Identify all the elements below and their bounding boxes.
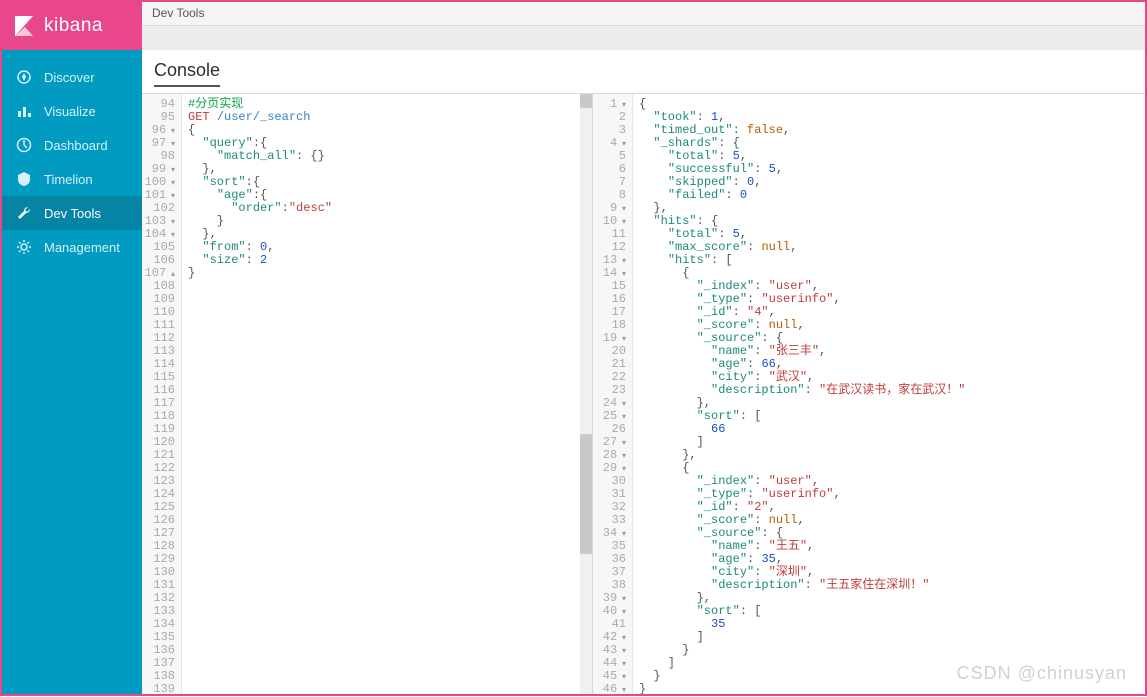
compass-icon (16, 69, 32, 85)
sidebar-item-label: Visualize (44, 104, 96, 119)
page-head: Console (142, 50, 1145, 93)
shield-icon (16, 171, 32, 187)
response-viewer[interactable]: 1234567891011121314151617181920212223242… (592, 94, 1145, 694)
sidebar-item-label: Timelion (44, 172, 93, 187)
breadcrumb-title: Dev Tools (152, 6, 204, 20)
breadcrumb: Dev Tools (142, 2, 1145, 26)
gear-icon (16, 239, 32, 255)
sidebar-item-management[interactable]: Management (2, 230, 142, 264)
kibana-logo-icon (12, 14, 36, 38)
subbar (142, 26, 1145, 50)
brand-name: kibana (44, 15, 103, 37)
sidebar-item-timelion[interactable]: Timelion (2, 162, 142, 196)
sidebar-item-dashboard[interactable]: Dashboard (2, 128, 142, 162)
response-code: { "took": 1, "timed_out": false, "_shard… (633, 94, 1145, 694)
request-editor[interactable]: 9495969798991001011021031041051061071081… (142, 94, 592, 694)
console-panes: 9495969798991001011021031041051061071081… (142, 93, 1145, 694)
sidebar-item-label: Management (44, 240, 120, 255)
sidebar-item-discover[interactable]: Discover (2, 60, 142, 94)
wrench-icon (16, 205, 32, 221)
brand-logo[interactable]: kibana (2, 2, 142, 50)
sidebar-item-label: Dev Tools (44, 206, 101, 221)
bar-chart-icon (16, 103, 32, 119)
sidebar-item-label: Dashboard (44, 138, 108, 153)
clock-icon (16, 137, 32, 153)
sidebar-item-visualize[interactable]: Visualize (2, 94, 142, 128)
sidebar-item-label: Discover (44, 70, 95, 85)
main: Dev Tools Console 9495969798991001011021… (142, 2, 1145, 694)
nav: Discover Visualize Dashboard Timelion Dev To… (2, 50, 142, 264)
editor-scrollbar[interactable] (580, 94, 592, 694)
response-gutter: 1234567891011121314151617181920212223242… (593, 94, 633, 694)
editor-code[interactable]: #分页实现GET /user/_search{ "query":{ "match… (182, 94, 592, 694)
page-title: Console (154, 60, 220, 87)
editor-gutter: 9495969798991001011021031041051061071081… (142, 94, 182, 694)
sidebar-item-devtools[interactable]: Dev Tools (2, 196, 142, 230)
sidebar: kibana Discover Visualize Dashboard Timelio… (2, 2, 142, 694)
